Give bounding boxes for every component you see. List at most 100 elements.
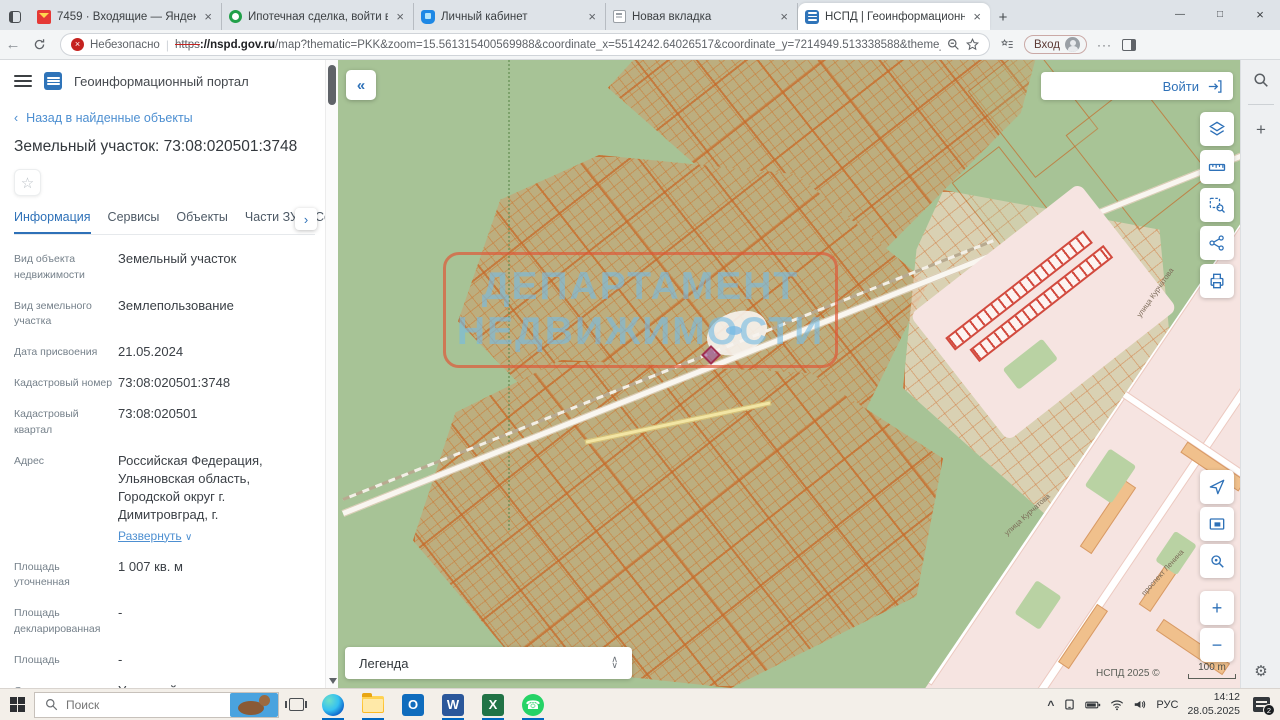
search-icon [45, 698, 58, 711]
close-icon[interactable]: × [778, 9, 790, 24]
taskbar-outlook[interactable]: O [393, 689, 433, 720]
close-window-button[interactable]: × [1240, 0, 1280, 28]
close-icon[interactable]: × [394, 9, 406, 24]
security-label[interactable]: Небезопасно [90, 39, 160, 51]
address-bar[interactable]: × Небезопасно | https://nspd.gov.ru/map?… [60, 33, 990, 56]
nspd-favicon [805, 10, 819, 24]
reload-button[interactable] [26, 38, 52, 51]
browser-tab-account[interactable]: Личный кабинет × [414, 3, 606, 30]
legend-dropdown[interactable]: Легенда ∧∨ [345, 647, 632, 679]
close-icon[interactable]: × [202, 9, 214, 24]
info-panel: Геоинформационный портал ‹ Назад в найде… [0, 60, 325, 688]
back-to-results-link[interactable]: ‹ Назад в найденные объекты [14, 111, 315, 125]
volume-icon[interactable] [1133, 698, 1147, 711]
yandex-mail-favicon [37, 10, 51, 24]
start-button[interactable] [0, 697, 34, 712]
tabs-overflow-button[interactable]: › [295, 208, 317, 230]
tab-title: Личный кабинет [441, 11, 580, 23]
maximize-button[interactable]: □ [1200, 0, 1240, 28]
chevron-down-icon: ∨ [185, 532, 192, 543]
map-scale: 100 m [1188, 662, 1236, 679]
tab-search-button[interactable] [0, 4, 30, 30]
outlook-icon: O [402, 694, 424, 716]
hamburger-menu-icon[interactable] [14, 75, 32, 87]
notification-badge: 2 [1263, 704, 1275, 716]
parcel-fields: Вид объекта недвижимостиЗемельный участо… [14, 250, 315, 688]
tray-expand-chevron[interactable]: ^ [1047, 698, 1054, 712]
taskbar-search-box[interactable] [34, 692, 279, 718]
zoom-out-button[interactable]: − [1200, 628, 1234, 662]
tab-parcel-parts[interactable]: Части ЗУ [245, 210, 298, 234]
taskbar-edge[interactable] [313, 689, 353, 720]
more-menu-button[interactable]: ··· [1097, 38, 1112, 52]
back-button[interactable]: ← [0, 36, 26, 53]
device-icon[interactable] [1063, 698, 1076, 711]
close-icon[interactable]: × [971, 9, 983, 24]
minimize-button[interactable]: — [1160, 0, 1200, 28]
share-button[interactable] [1200, 226, 1234, 260]
building-block [1058, 604, 1108, 669]
browser-tab-mortgage[interactable]: Ипотечная сделка, войти в личн × [222, 3, 414, 30]
language-indicator[interactable]: РУС [1156, 699, 1178, 711]
scrollbar-thumb[interactable] [328, 65, 336, 105]
search-input[interactable] [66, 698, 222, 712]
tab-objects[interactable]: Объекты [176, 210, 228, 234]
expand-address-link[interactable]: Развернуть ∨ [118, 528, 315, 545]
panel-scrollbar[interactable] [325, 60, 338, 688]
notification-center-icon[interactable]: 2 [1253, 697, 1270, 712]
field-row: Кадастровый квартал73:08:020501 [14, 405, 315, 439]
tab-information[interactable]: Информация [14, 210, 91, 234]
zoom-out-page-icon[interactable] [947, 38, 960, 51]
field-row: Площадь уточненная1 007 кв. м [14, 558, 315, 592]
map-attribution: НСПД 2025 © [1096, 668, 1160, 679]
tab-services[interactable]: Сервисы [108, 210, 160, 234]
taskbar-word[interactable]: W [433, 689, 473, 720]
field-row: Вид земельного участкаЗемлепользование [14, 297, 315, 331]
sidebar-search-icon[interactable] [1241, 72, 1280, 88]
print-button[interactable] [1200, 264, 1234, 298]
search-highlight-image[interactable] [230, 693, 278, 717]
map-login-button[interactable]: Войти [1041, 72, 1233, 100]
close-icon[interactable]: × [586, 9, 598, 24]
search-on-map-button[interactable] [1200, 544, 1234, 578]
tab-title: Ипотечная сделка, войти в личн [248, 11, 388, 23]
tab-title: Новая вкладка [632, 11, 772, 23]
sidebar-toggle-icon[interactable] [1122, 39, 1136, 51]
url-text[interactable]: https://nspd.gov.ru/map?thematic=PKK&zoo… [175, 39, 941, 51]
measure-ruler-button[interactable] [1200, 150, 1234, 184]
battery-icon[interactable] [1085, 699, 1101, 711]
taskbar-file-explorer[interactable] [353, 689, 393, 720]
zoom-in-button[interactable]: + [1200, 591, 1234, 625]
back-link-label: Назад в найденные объекты [26, 111, 192, 125]
browser-tab-mail[interactable]: 7459 · Входящие — Яндекс Почт × [30, 3, 222, 30]
layers-button[interactable] [1200, 112, 1234, 146]
windows-taskbar: O W X ☎ ^ РУС 14:12 28.05.2025 2 [0, 688, 1280, 720]
new-tab-button[interactable]: + [990, 4, 1016, 30]
area-select-button[interactable] [1200, 188, 1234, 222]
favorite-parcel-button[interactable]: ☆ [14, 169, 41, 196]
taskbar-whatsapp[interactable]: ☎ [513, 689, 553, 720]
url-scheme: https [175, 39, 200, 51]
collapse-panel-button[interactable]: « [346, 70, 376, 100]
collections-icon[interactable] [1000, 38, 1014, 51]
favorite-star-icon[interactable] [966, 38, 979, 51]
taskbar-excel[interactable]: X [473, 689, 513, 720]
panel-header: Геоинформационный портал [14, 72, 315, 90]
browser-tab-nspd-active[interactable]: НСПД | Геоинформационный по × [798, 3, 990, 30]
sidebar-settings-gear-icon[interactable]: ⚙ [1241, 662, 1280, 680]
field-row: Вид объекта недвижимостиЗемельный участо… [14, 250, 315, 284]
task-view-button[interactable] [279, 698, 313, 711]
field-row: Дата присвоения21.05.2024 [14, 343, 315, 361]
geolocation-button[interactable] [1200, 470, 1234, 504]
map-canvas[interactable]: улица Курчатова улица Курчатова проспект… [338, 60, 1240, 688]
overview-map-button[interactable] [1200, 507, 1234, 541]
browser-tab-newtab[interactable]: Новая вкладка × [606, 3, 798, 30]
task-view-icon [289, 698, 304, 711]
login-label: Вход [1034, 39, 1060, 51]
wifi-icon[interactable] [1110, 699, 1124, 711]
scrollbar-down-arrow[interactable] [329, 678, 337, 684]
clock[interactable]: 14:12 28.05.2025 [1187, 691, 1240, 717]
sidebar-add-icon[interactable]: + [1241, 120, 1280, 140]
side-rail-divider [1248, 104, 1274, 105]
browser-login-button[interactable]: Вход [1024, 35, 1087, 54]
